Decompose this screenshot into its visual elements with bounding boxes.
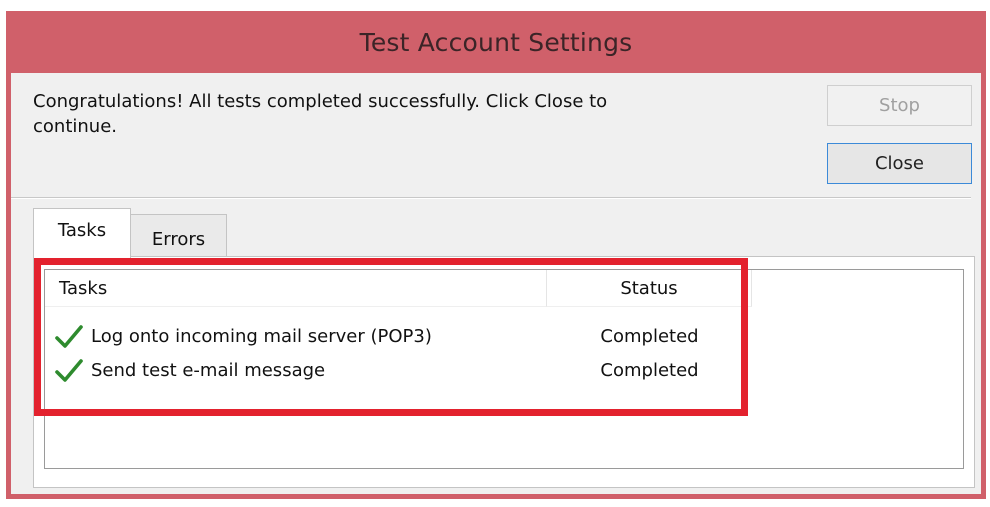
tasks-tab-panel: Tasks Status Log onto incoming mail serv…	[33, 256, 975, 488]
close-button[interactable]: Close	[827, 143, 972, 184]
task-name: Log onto incoming mail server (POP3)	[91, 326, 432, 347]
checkmark-icon	[55, 324, 83, 350]
checkmark-icon	[55, 358, 83, 384]
task-name: Send test e-mail message	[91, 360, 326, 381]
test-account-settings-dialog: Test Account Settings Congratulations! A…	[6, 11, 986, 499]
stop-button[interactable]: Stop	[827, 85, 972, 126]
title-bar[interactable]: Test Account Settings	[6, 11, 986, 73]
separator	[11, 197, 971, 199]
task-status: Completed	[600, 326, 699, 347]
dialog-body: Congratulations! All tests completed suc…	[11, 73, 981, 494]
column-header-status[interactable]: Status	[547, 270, 752, 307]
task-status: Completed	[600, 360, 699, 381]
window-title: Test Account Settings	[359, 27, 633, 57]
tasks-list[interactable]: Tasks Status Log onto incoming mail serv…	[44, 269, 964, 469]
list-item[interactable]: Log onto incoming mail server (POP3) Com…	[45, 322, 752, 354]
tab-errors[interactable]: Errors	[131, 214, 227, 256]
status-message: Congratulations! All tests completed suc…	[33, 91, 608, 137]
list-item[interactable]: Send test e-mail message Completed	[45, 356, 752, 388]
tab-tasks[interactable]: Tasks	[33, 208, 131, 258]
column-header-tasks[interactable]: Tasks	[45, 270, 547, 307]
